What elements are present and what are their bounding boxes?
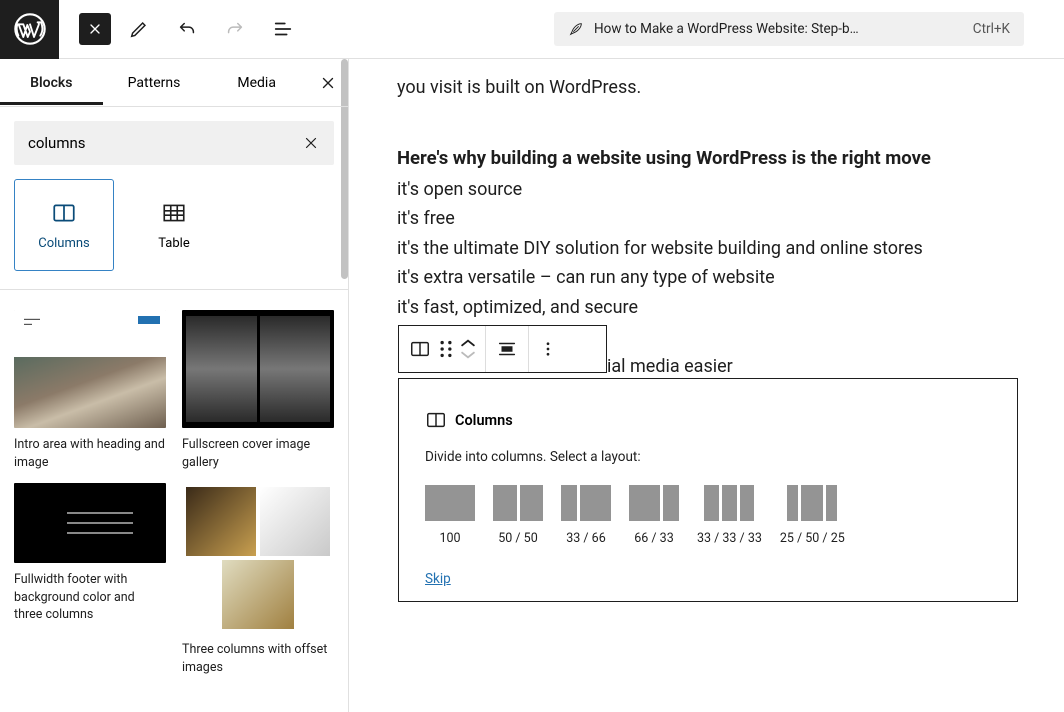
document-overview-button[interactable]	[263, 9, 303, 49]
drag-handle-icon[interactable]	[439, 340, 453, 358]
clear-search-button[interactable]	[302, 134, 320, 152]
list-item[interactable]: it's the ultimate DIY solution for websi…	[397, 234, 1016, 264]
table-icon	[161, 200, 187, 226]
layout-option-66-33[interactable]: 66 / 33	[629, 485, 679, 546]
block-toolbar	[398, 325, 607, 373]
layout-option-50-50[interactable]: 50 / 50	[493, 485, 543, 546]
pattern-item[interactable]: Three columns with offset images	[182, 483, 334, 676]
command-shortcut: Ctrl+K	[973, 21, 1010, 37]
layout-option-33-66[interactable]: 33 / 66	[561, 485, 611, 546]
pattern-label: Fullscreen cover image gallery	[182, 436, 334, 471]
list-item[interactable]: it's open source	[397, 175, 1016, 205]
align-button[interactable]	[486, 326, 529, 372]
pattern-label: Intro area with heading and image	[14, 436, 166, 471]
tools-button[interactable]	[119, 9, 159, 49]
pattern-results: ▬▬▬▬▬▬ Intro area with heading and image…	[0, 290, 348, 696]
block-inserter-panel: Blocks Patterns Media Columns	[0, 59, 349, 712]
inserter-tabs: Blocks Patterns Media	[0, 59, 348, 107]
placeholder-header: Columns	[425, 409, 991, 431]
layout-option-25-50-25[interactable]: 25 / 50 / 25	[780, 485, 845, 546]
close-inserter-button[interactable]	[308, 74, 348, 92]
tab-media[interactable]: Media	[205, 75, 308, 91]
list-item[interactable]: it's extra versatile – can run any type …	[397, 263, 1016, 293]
paragraph[interactable]: you visit is built on WordPress.	[397, 73, 1016, 103]
columns-block-placeholder: Columns Divide into columns. Select a la…	[398, 378, 1018, 602]
more-options-button[interactable]	[529, 326, 567, 372]
pattern-item[interactable]: Fullwidth footer with background color a…	[14, 483, 166, 624]
document-title: How to Make a WordPress Website: Step-b…	[594, 21, 859, 37]
feather-icon	[568, 21, 584, 37]
toggle-inserter-button[interactable]	[79, 13, 111, 45]
block-search	[14, 121, 334, 165]
list-item[interactable]: it's fast, optimized, and secure	[397, 293, 1016, 323]
pattern-item[interactable]: ▬▬▬▬▬▬ Intro area with heading and image	[14, 310, 166, 471]
wordpress-logo[interactable]	[0, 0, 59, 59]
search-input[interactable]	[28, 134, 302, 152]
pattern-label: Fullwidth footer with background color a…	[14, 571, 166, 624]
block-mover	[461, 338, 475, 360]
layout-options: 100 50 / 50 33 / 66 66 / 33 33 / 33 / 33…	[425, 485, 991, 546]
toolbar-group-block	[399, 326, 486, 372]
block-card-columns[interactable]: Columns	[14, 179, 114, 271]
tab-patterns[interactable]: Patterns	[103, 75, 206, 91]
layout-option-100[interactable]: 100	[425, 485, 475, 546]
columns-icon[interactable]	[409, 338, 431, 360]
block-card-table[interactable]: Table	[124, 179, 224, 271]
pattern-thumbnail	[182, 483, 334, 633]
block-results: Columns Table	[0, 179, 348, 289]
pattern-thumbnail: ▬▬▬▬▬▬	[14, 310, 166, 428]
pattern-thumbnail	[182, 310, 334, 428]
columns-icon	[51, 200, 77, 226]
skip-link[interactable]: Skip	[425, 571, 451, 587]
pattern-label: Three columns with offset images	[182, 641, 334, 676]
placeholder-title: Columns	[455, 412, 513, 429]
layout-option-33-33-33[interactable]: 33 / 33 / 33	[697, 485, 762, 546]
undo-button[interactable]	[167, 9, 207, 49]
placeholder-description: Divide into columns. Select a layout:	[425, 449, 991, 465]
document-title-bar[interactable]: How to Make a WordPress Website: Step-b……	[554, 12, 1024, 46]
paragraph-bold[interactable]: Here's why building a website using Word…	[397, 143, 1016, 173]
pattern-item[interactable]: Fullscreen cover image gallery	[182, 310, 334, 471]
block-card-label: Columns	[38, 236, 90, 251]
block-card-label: Table	[158, 236, 189, 251]
list-item[interactable]: it's free	[397, 204, 1016, 234]
move-down-button[interactable]	[461, 350, 475, 360]
redo-button[interactable]	[215, 9, 255, 49]
columns-icon	[425, 409, 447, 431]
tab-blocks[interactable]: Blocks	[0, 75, 103, 91]
pattern-thumbnail	[14, 483, 166, 563]
move-up-button[interactable]	[461, 338, 475, 348]
editor-top-bar: How to Make a WordPress Website: Step-b……	[0, 0, 1064, 59]
